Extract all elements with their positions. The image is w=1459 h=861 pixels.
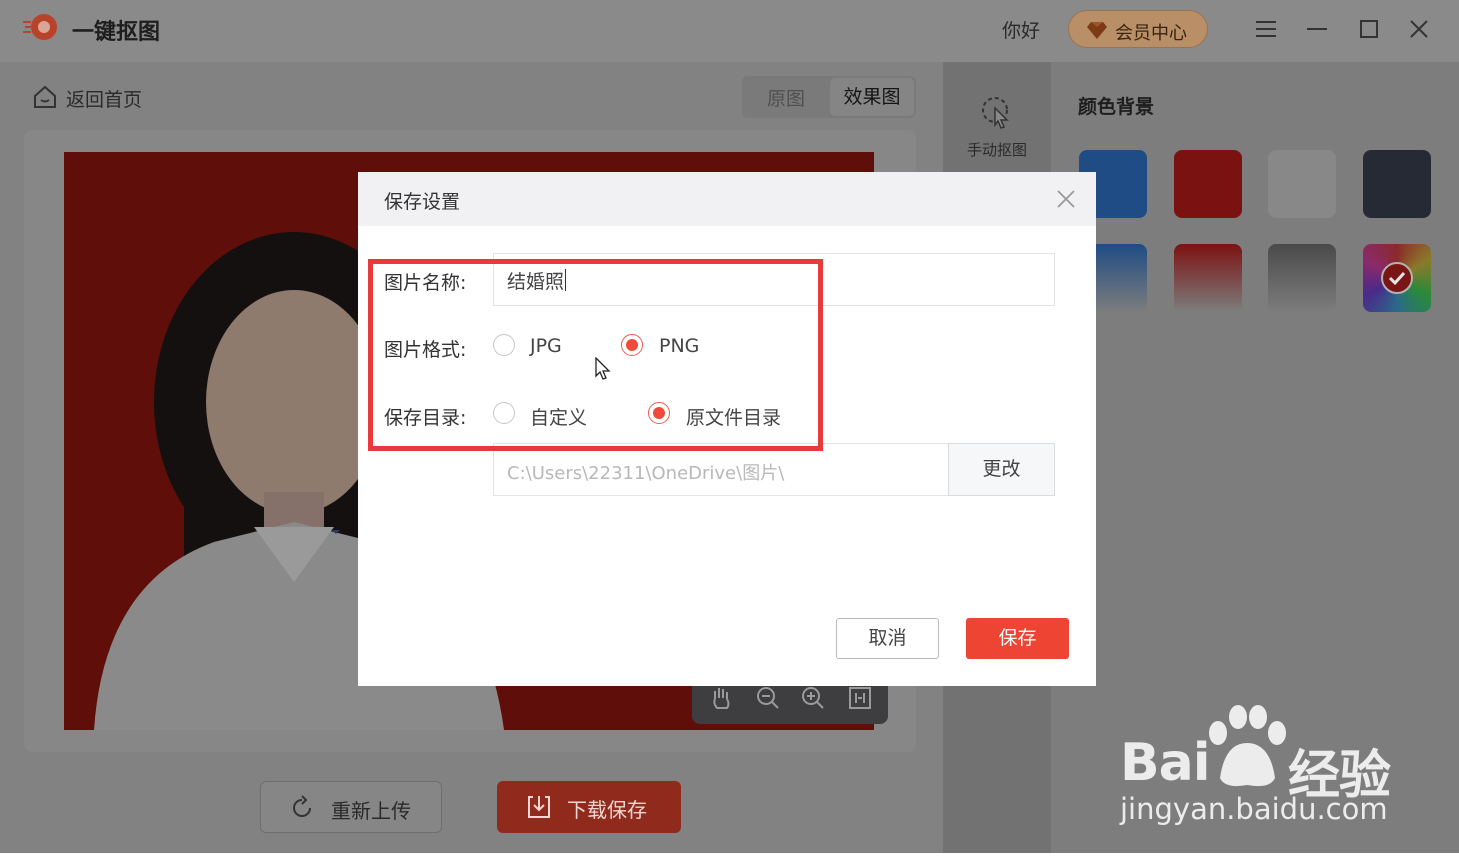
diamond-icon xyxy=(1087,22,1107,39)
refresh-icon xyxy=(293,795,311,817)
dialog-close-icon[interactable] xyxy=(1055,188,1077,210)
annotation-highlight-box xyxy=(368,259,823,451)
download-icon xyxy=(528,796,550,818)
mouse-cursor-icon xyxy=(595,357,611,380)
selected-check-icon xyxy=(1381,262,1413,294)
back-home-button[interactable]: 返回首页 xyxy=(32,84,142,112)
zoom-out-icon[interactable] xyxy=(755,685,781,711)
manual-cutout-label[interactable]: 手动抠图 xyxy=(952,139,1042,160)
swatch-white[interactable] xyxy=(1268,150,1336,218)
save-button[interactable]: 保存 xyxy=(966,618,1069,659)
watermark-brand-left: Bai xyxy=(1120,733,1211,793)
hand-pan-icon[interactable] xyxy=(708,685,734,711)
back-home-label: 返回首页 xyxy=(66,89,143,111)
swatch-dark-gray[interactable] xyxy=(1363,150,1431,218)
tab-effect[interactable]: 效果图 xyxy=(830,78,914,116)
reupload-button[interactable]: 重新上传 xyxy=(260,781,442,833)
dialog-title: 保存设置 xyxy=(384,191,461,213)
reupload-label: 重新上传 xyxy=(331,799,411,823)
app-name: 一键抠图 xyxy=(72,20,161,45)
cancel-button[interactable]: 取消 xyxy=(836,618,939,659)
dialog-header xyxy=(358,172,1096,226)
member-center-label: 会员中心 xyxy=(1115,23,1187,44)
close-window-icon[interactable] xyxy=(1404,14,1434,44)
minimize-icon[interactable] xyxy=(1302,14,1332,44)
swatch-gradient-gray[interactable] xyxy=(1268,244,1336,312)
app-logo-icon xyxy=(23,14,57,40)
swatch-red[interactable] xyxy=(1174,150,1242,218)
download-save-button[interactable]: 下载保存 xyxy=(497,781,681,833)
tab-original[interactable]: 原图 xyxy=(752,84,820,111)
save-path-text: C:\Users\22311\OneDrive\图片\ xyxy=(507,463,785,484)
change-directory-button[interactable]: 更改 xyxy=(948,443,1055,496)
home-icon xyxy=(34,85,56,108)
bottom-strip xyxy=(0,853,1459,861)
fit-screen-icon[interactable] xyxy=(847,685,873,711)
color-panel-title: 颜色背景 xyxy=(1078,96,1155,118)
watermark-url: jingyan.baidu.com xyxy=(1120,792,1388,826)
zoom-in-icon[interactable] xyxy=(800,685,826,711)
swatch-rainbow[interactable] xyxy=(1363,244,1431,312)
menu-icon[interactable] xyxy=(1251,14,1281,44)
swatch-gradient-red[interactable] xyxy=(1174,244,1242,312)
user-greeting[interactable]: 你好 xyxy=(1002,16,1040,43)
download-save-label: 下载保存 xyxy=(567,798,647,822)
member-center-button[interactable]: 会员中心 xyxy=(1068,10,1208,48)
baidu-paw-icon xyxy=(1209,705,1286,787)
title-bar xyxy=(0,0,1459,62)
manual-cutout-icon[interactable] xyxy=(979,95,1015,131)
maximize-icon[interactable] xyxy=(1354,14,1384,44)
